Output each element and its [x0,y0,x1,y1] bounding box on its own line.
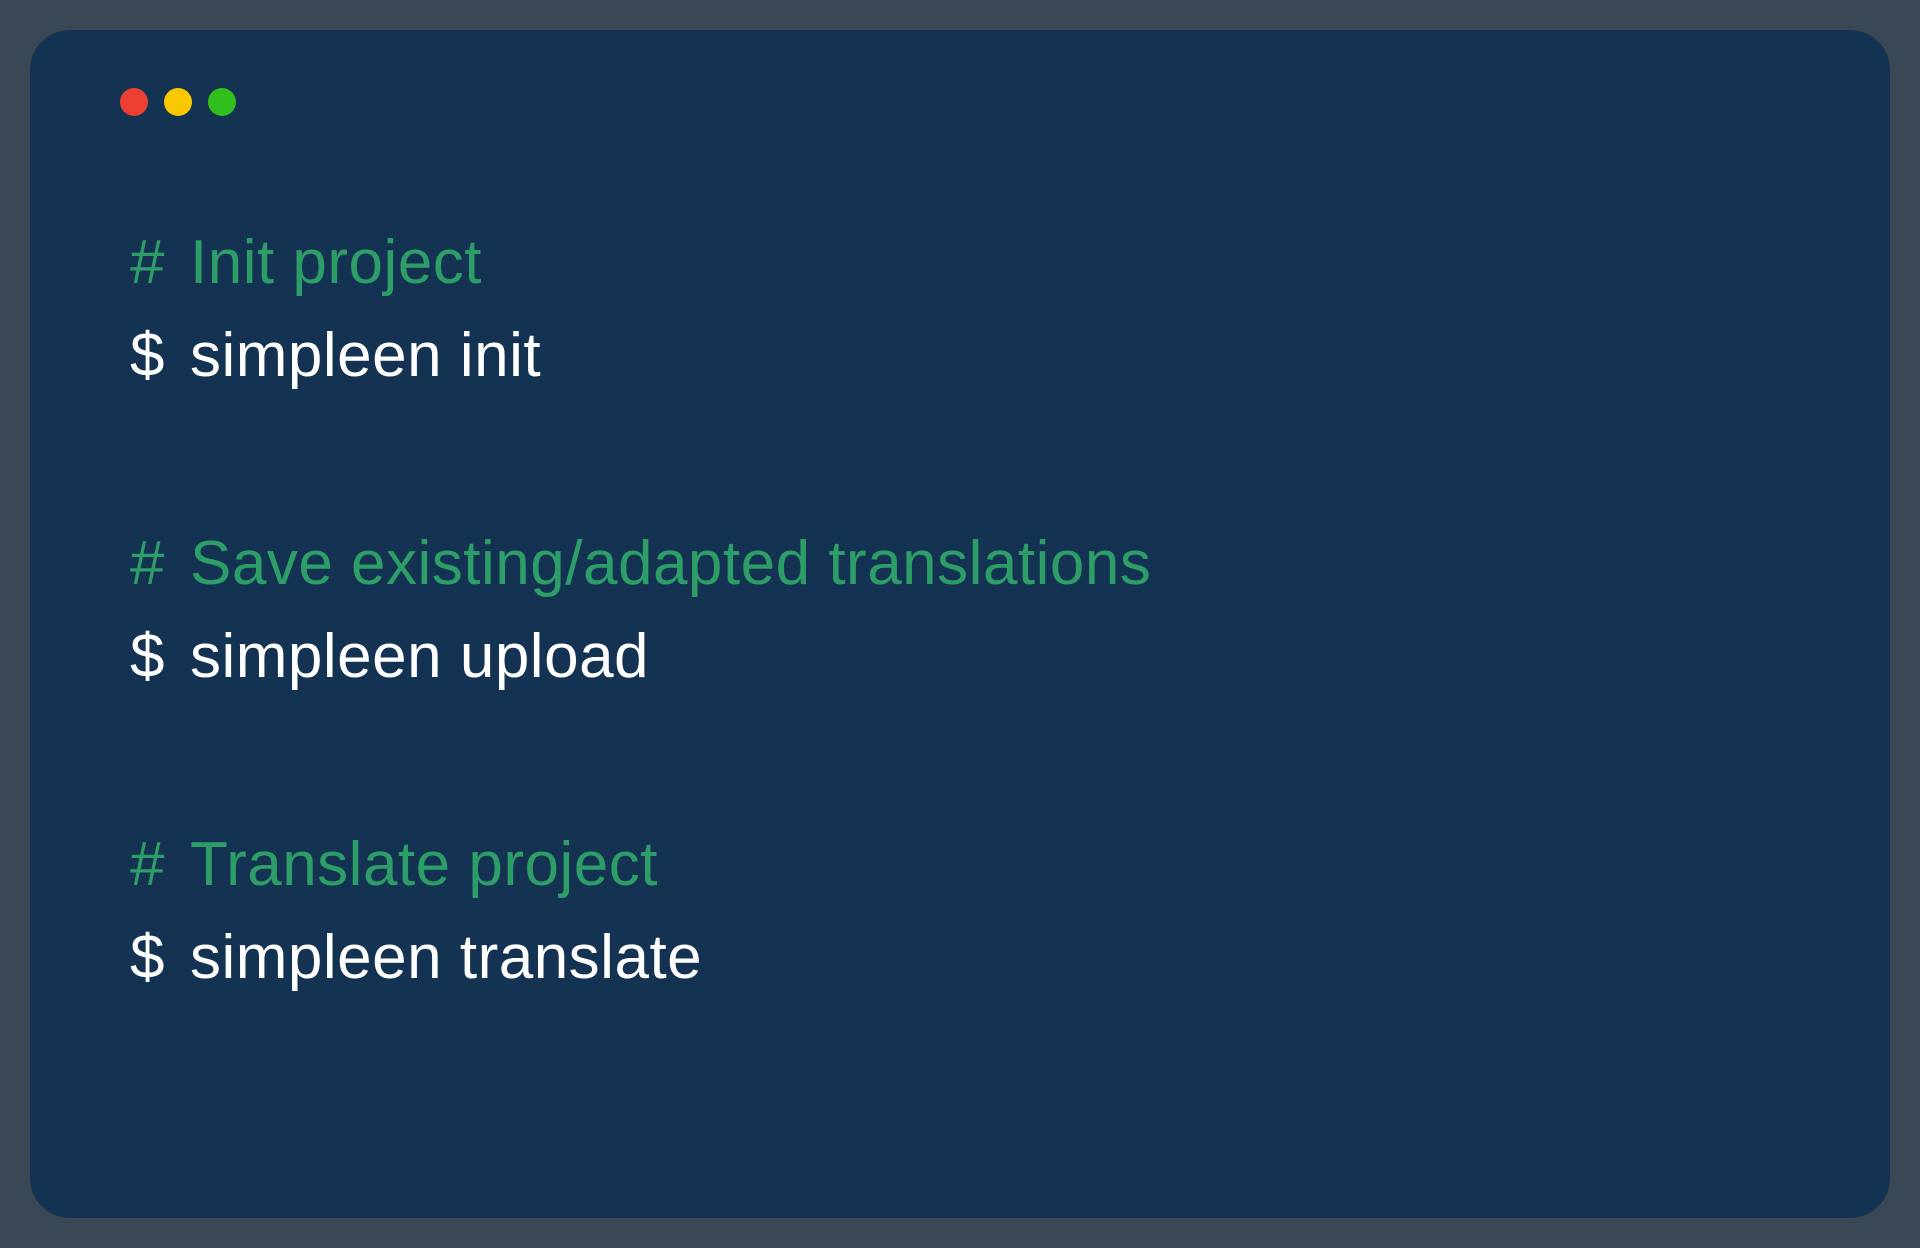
comment-prefix: # [130,517,190,610]
comment-text: Init project [190,228,482,297]
comment-prefix: # [130,818,190,911]
command-line: $simpleen translate [130,911,1830,1004]
comment-text: Translate project [190,830,658,899]
terminal-block: #Translate project $simpleen translate [130,818,1830,1004]
command-text: simpleen translate [190,923,702,992]
prompt-symbol: $ [130,309,190,402]
comment-line: #Translate project [130,818,1830,911]
command-line: $simpleen upload [130,610,1830,703]
comment-text: Save existing/adapted translations [190,529,1151,598]
terminal-block: #Init project $simpleen init [130,216,1830,402]
traffic-lights [90,80,1830,116]
command-text: simpleen init [190,321,541,390]
maximize-icon[interactable] [208,88,236,116]
minimize-icon[interactable] [164,88,192,116]
command-text: simpleen upload [190,622,649,691]
comment-prefix: # [130,216,190,309]
command-line: $simpleen init [130,309,1830,402]
prompt-symbol: $ [130,610,190,703]
close-icon[interactable] [120,88,148,116]
prompt-symbol: $ [130,911,190,1004]
terminal-block: #Save existing/adapted translations $sim… [130,517,1830,703]
comment-line: #Init project [130,216,1830,309]
terminal-content: #Init project $simpleen init #Save exist… [90,216,1830,1004]
terminal-window: #Init project $simpleen init #Save exist… [30,30,1890,1218]
comment-line: #Save existing/adapted translations [130,517,1830,610]
